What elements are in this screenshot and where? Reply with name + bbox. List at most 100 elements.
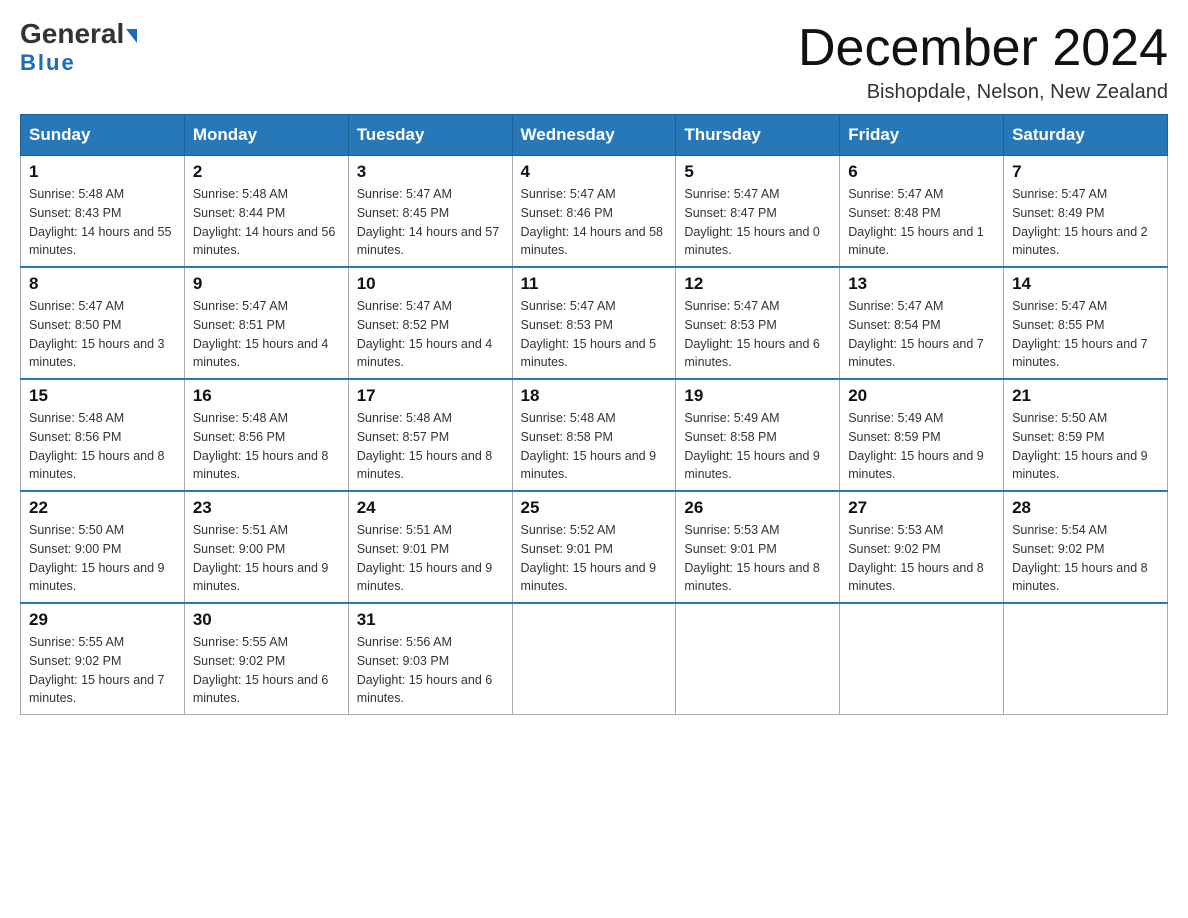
calendar-cell: 29 Sunrise: 5:55 AM Sunset: 9:02 PM Dayl… [21,603,185,715]
day-info: Sunrise: 5:51 AM Sunset: 9:00 PM Dayligh… [193,521,340,596]
page-header: General Blue December 2024 Bishopdale, N… [20,20,1168,104]
day-info: Sunrise: 5:48 AM Sunset: 8:56 PM Dayligh… [193,409,340,484]
day-info: Sunrise: 5:52 AM Sunset: 9:01 PM Dayligh… [521,521,668,596]
weekday-header-monday: Monday [184,115,348,156]
week-row-5: 29 Sunrise: 5:55 AM Sunset: 9:02 PM Dayl… [21,603,1168,715]
day-number: 26 [684,498,831,518]
day-info: Sunrise: 5:51 AM Sunset: 9:01 PM Dayligh… [357,521,504,596]
day-info: Sunrise: 5:55 AM Sunset: 9:02 PM Dayligh… [193,633,340,708]
day-info: Sunrise: 5:47 AM Sunset: 8:47 PM Dayligh… [684,185,831,260]
day-number: 11 [521,274,668,294]
day-number: 25 [521,498,668,518]
calendar-cell: 11 Sunrise: 5:47 AM Sunset: 8:53 PM Dayl… [512,267,676,379]
day-number: 7 [1012,162,1159,182]
day-info: Sunrise: 5:47 AM Sunset: 8:46 PM Dayligh… [521,185,668,260]
day-info: Sunrise: 5:50 AM Sunset: 9:00 PM Dayligh… [29,521,176,596]
calendar-cell [840,603,1004,715]
calendar-cell [1004,603,1168,715]
day-info: Sunrise: 5:48 AM Sunset: 8:56 PM Dayligh… [29,409,176,484]
calendar-cell: 21 Sunrise: 5:50 AM Sunset: 8:59 PM Dayl… [1004,379,1168,491]
calendar-cell [676,603,840,715]
logo: General Blue [20,20,137,76]
day-info: Sunrise: 5:47 AM Sunset: 8:53 PM Dayligh… [684,297,831,372]
calendar-cell: 1 Sunrise: 5:48 AM Sunset: 8:43 PM Dayli… [21,156,185,268]
day-info: Sunrise: 5:47 AM Sunset: 8:50 PM Dayligh… [29,297,176,372]
day-info: Sunrise: 5:49 AM Sunset: 8:58 PM Dayligh… [684,409,831,484]
day-info: Sunrise: 5:53 AM Sunset: 9:02 PM Dayligh… [848,521,995,596]
day-number: 24 [357,498,504,518]
day-number: 30 [193,610,340,630]
day-number: 27 [848,498,995,518]
calendar-cell: 4 Sunrise: 5:47 AM Sunset: 8:46 PM Dayli… [512,156,676,268]
day-number: 13 [848,274,995,294]
day-info: Sunrise: 5:47 AM Sunset: 8:48 PM Dayligh… [848,185,995,260]
day-number: 2 [193,162,340,182]
day-number: 29 [29,610,176,630]
day-info: Sunrise: 5:53 AM Sunset: 9:01 PM Dayligh… [684,521,831,596]
calendar-cell: 6 Sunrise: 5:47 AM Sunset: 8:48 PM Dayli… [840,156,1004,268]
calendar-cell: 30 Sunrise: 5:55 AM Sunset: 9:02 PM Dayl… [184,603,348,715]
day-info: Sunrise: 5:47 AM Sunset: 8:54 PM Dayligh… [848,297,995,372]
calendar-cell: 20 Sunrise: 5:49 AM Sunset: 8:59 PM Dayl… [840,379,1004,491]
day-number: 21 [1012,386,1159,406]
calendar-cell: 25 Sunrise: 5:52 AM Sunset: 9:01 PM Dayl… [512,491,676,603]
calendar-cell: 19 Sunrise: 5:49 AM Sunset: 8:58 PM Dayl… [676,379,840,491]
day-info: Sunrise: 5:47 AM Sunset: 8:55 PM Dayligh… [1012,297,1159,372]
calendar-cell: 13 Sunrise: 5:47 AM Sunset: 8:54 PM Dayl… [840,267,1004,379]
calendar-cell: 22 Sunrise: 5:50 AM Sunset: 9:00 PM Dayl… [21,491,185,603]
day-number: 22 [29,498,176,518]
day-info: Sunrise: 5:55 AM Sunset: 9:02 PM Dayligh… [29,633,176,708]
calendar-cell [512,603,676,715]
day-number: 5 [684,162,831,182]
day-number: 12 [684,274,831,294]
day-number: 14 [1012,274,1159,294]
day-number: 28 [1012,498,1159,518]
calendar-cell: 10 Sunrise: 5:47 AM Sunset: 8:52 PM Dayl… [348,267,512,379]
day-number: 23 [193,498,340,518]
day-info: Sunrise: 5:47 AM Sunset: 8:51 PM Dayligh… [193,297,340,372]
month-title: December 2024 [798,20,1168,77]
week-row-3: 15 Sunrise: 5:48 AM Sunset: 8:56 PM Dayl… [21,379,1168,491]
logo-text-line2: Blue [20,50,76,76]
week-row-1: 1 Sunrise: 5:48 AM Sunset: 8:43 PM Dayli… [21,156,1168,268]
day-number: 6 [848,162,995,182]
day-info: Sunrise: 5:47 AM Sunset: 8:45 PM Dayligh… [357,185,504,260]
weekday-header-row: SundayMondayTuesdayWednesdayThursdayFrid… [21,115,1168,156]
calendar-cell: 18 Sunrise: 5:48 AM Sunset: 8:58 PM Dayl… [512,379,676,491]
weekday-header-friday: Friday [840,115,1004,156]
calendar-cell: 9 Sunrise: 5:47 AM Sunset: 8:51 PM Dayli… [184,267,348,379]
location-subtitle: Bishopdale, Nelson, New Zealand [798,81,1168,104]
weekday-header-wednesday: Wednesday [512,115,676,156]
day-info: Sunrise: 5:48 AM Sunset: 8:44 PM Dayligh… [193,185,340,260]
day-info: Sunrise: 5:48 AM Sunset: 8:43 PM Dayligh… [29,185,176,260]
day-info: Sunrise: 5:47 AM Sunset: 8:53 PM Dayligh… [521,297,668,372]
week-row-4: 22 Sunrise: 5:50 AM Sunset: 9:00 PM Dayl… [21,491,1168,603]
day-number: 18 [521,386,668,406]
day-number: 4 [521,162,668,182]
day-number: 8 [29,274,176,294]
day-number: 15 [29,386,176,406]
day-number: 16 [193,386,340,406]
logo-text-line1: General [20,20,137,48]
day-info: Sunrise: 5:54 AM Sunset: 9:02 PM Dayligh… [1012,521,1159,596]
weekday-header-saturday: Saturday [1004,115,1168,156]
weekday-header-sunday: Sunday [21,115,185,156]
calendar-cell: 24 Sunrise: 5:51 AM Sunset: 9:01 PM Dayl… [348,491,512,603]
calendar-cell: 28 Sunrise: 5:54 AM Sunset: 9:02 PM Dayl… [1004,491,1168,603]
calendar-cell: 8 Sunrise: 5:47 AM Sunset: 8:50 PM Dayli… [21,267,185,379]
day-info: Sunrise: 5:56 AM Sunset: 9:03 PM Dayligh… [357,633,504,708]
calendar-cell: 27 Sunrise: 5:53 AM Sunset: 9:02 PM Dayl… [840,491,1004,603]
day-number: 3 [357,162,504,182]
day-number: 20 [848,386,995,406]
day-info: Sunrise: 5:47 AM Sunset: 8:52 PM Dayligh… [357,297,504,372]
title-block: December 2024 Bishopdale, Nelson, New Ze… [798,20,1168,104]
day-number: 1 [29,162,176,182]
calendar-cell: 26 Sunrise: 5:53 AM Sunset: 9:01 PM Dayl… [676,491,840,603]
day-number: 9 [193,274,340,294]
calendar-cell: 12 Sunrise: 5:47 AM Sunset: 8:53 PM Dayl… [676,267,840,379]
calendar-cell: 16 Sunrise: 5:48 AM Sunset: 8:56 PM Dayl… [184,379,348,491]
day-info: Sunrise: 5:48 AM Sunset: 8:58 PM Dayligh… [521,409,668,484]
weekday-header-thursday: Thursday [676,115,840,156]
calendar-cell: 31 Sunrise: 5:56 AM Sunset: 9:03 PM Dayl… [348,603,512,715]
calendar-cell: 15 Sunrise: 5:48 AM Sunset: 8:56 PM Dayl… [21,379,185,491]
